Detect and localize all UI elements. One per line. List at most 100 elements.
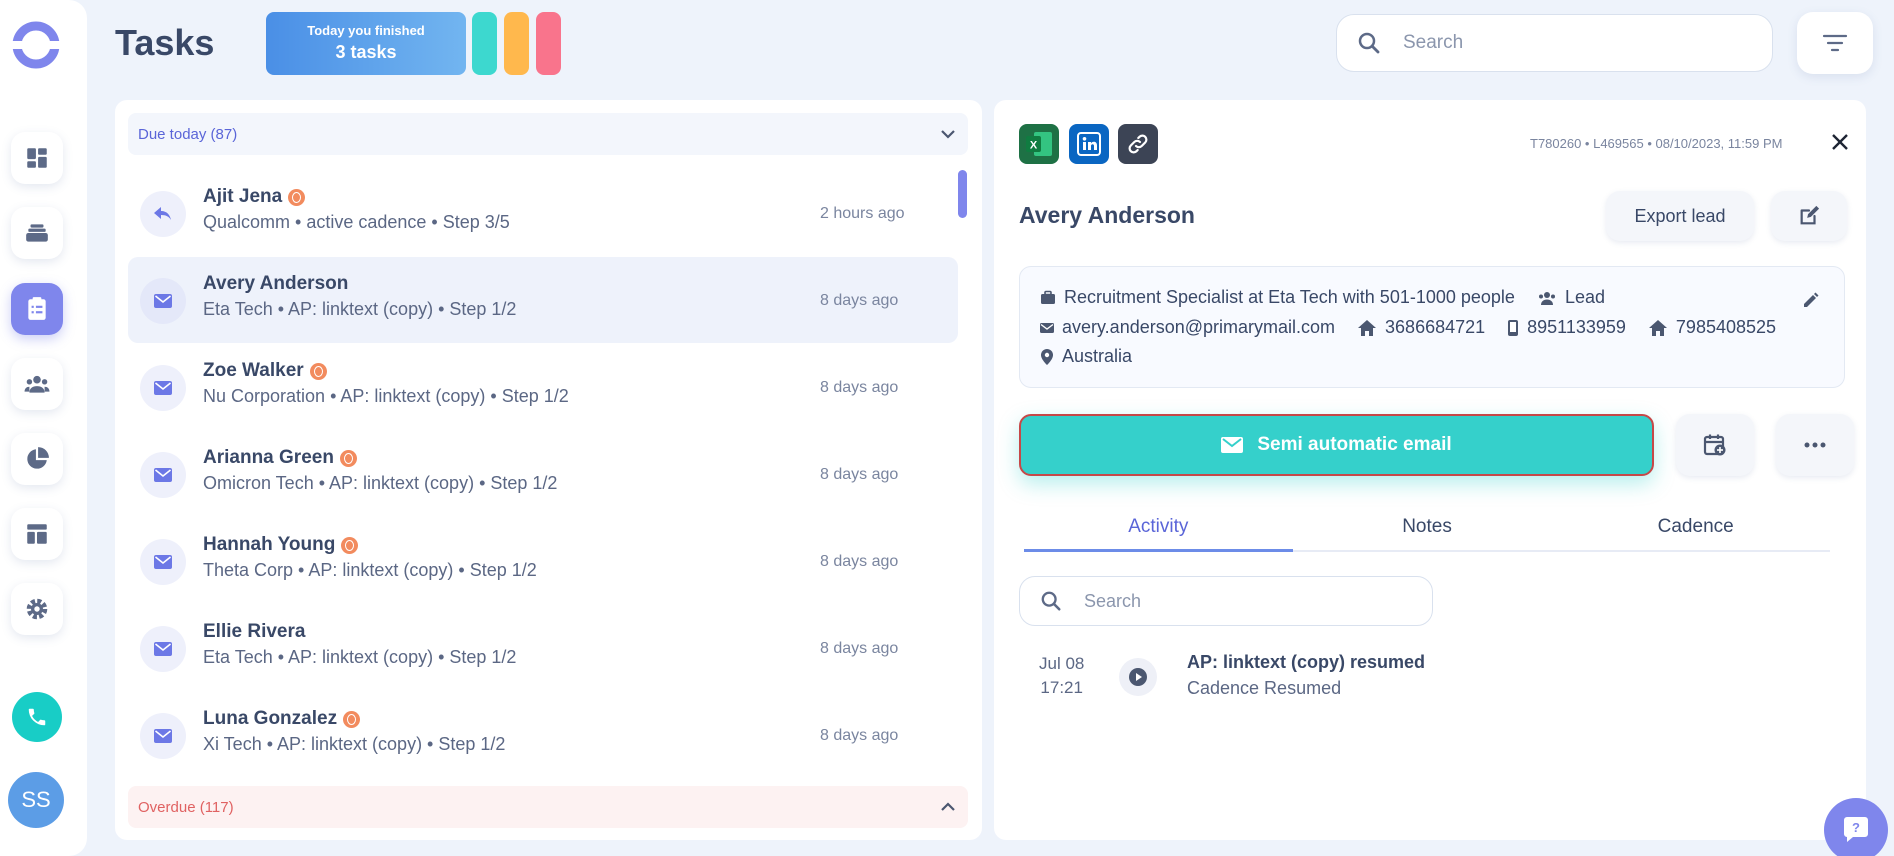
task-row[interactable]: Arianna Green Omicron Tech • AP: linktext…: [128, 431, 958, 517]
task-lead-name: Hannah Young: [203, 534, 359, 556]
task-time: 8 days ago: [820, 466, 899, 483]
edit-lead-button[interactable]: [1771, 191, 1847, 241]
lead-type-icon: [1538, 291, 1555, 305]
help-button[interactable]: ?: [1824, 798, 1888, 856]
lead-phone-2[interactable]: 8951133959: [1527, 317, 1626, 338]
help-chat-icon: ?: [1844, 817, 1868, 842]
more-options-button[interactable]: [1776, 414, 1854, 476]
task-row[interactable]: Hannah Young Theta Corp • AP: linktext (c…: [128, 518, 958, 604]
task-row[interactable]: Zoe Walker Nu Corporation • AP: linktext …: [128, 344, 958, 430]
calendar-add-icon: [1703, 434, 1726, 456]
due-today-header[interactable]: Due today (87): [128, 113, 968, 155]
tab-cadence[interactable]: Cadence: [1561, 510, 1830, 550]
mobile-icon: [1508, 319, 1519, 336]
mail-icon: [1040, 322, 1054, 333]
link-icon[interactable]: [1118, 124, 1158, 164]
finished-label: Today you finished: [307, 23, 425, 38]
task-time: 8 days ago: [820, 553, 899, 570]
task-lead-name: Luna Gonzalez: [203, 708, 361, 730]
nav-people[interactable]: [11, 358, 63, 410]
activity-search-input[interactable]: [1084, 590, 1344, 612]
excel-icon[interactable]: X: [1019, 124, 1059, 164]
activity-search-box[interactable]: [1019, 576, 1433, 626]
pencil-icon: [1804, 292, 1819, 307]
detail-tabs: Activity Notes Cadence: [1024, 510, 1830, 552]
mail-icon: [140, 713, 186, 759]
nav-dashboard[interactable]: [11, 132, 63, 184]
lead-email[interactable]: avery.anderson@primarymail.com: [1062, 317, 1335, 338]
task-row[interactable]: Avery Anderson Eta Tech • AP: linktext (c…: [128, 257, 958, 343]
edit-icon: [1800, 205, 1820, 225]
call-button[interactable]: [12, 692, 62, 742]
overdue-header[interactable]: Overdue (117): [128, 786, 968, 828]
cta-label: Semi automatic email: [1257, 434, 1452, 455]
nav-layers[interactable]: [11, 207, 63, 259]
activity-timestamp: Jul 08 17:21: [1039, 652, 1084, 700]
status-pill-orange[interactable]: [504, 12, 529, 75]
task-time: 8 days ago: [820, 292, 899, 309]
mail-icon: [140, 278, 186, 324]
task-time: 8 days ago: [820, 640, 899, 657]
user-avatar[interactable]: SS: [8, 772, 64, 828]
task-search-input[interactable]: [1403, 32, 1703, 54]
nav-templates[interactable]: [11, 508, 63, 560]
activity-subtitle: Cadence Resumed: [1187, 678, 1342, 698]
activity-type: [1119, 658, 1157, 696]
mail-icon: [140, 539, 186, 585]
task-time: 8 days ago: [820, 727, 899, 744]
svg-text:?: ?: [1852, 820, 1860, 835]
task-lead-name-text: Hannah Young: [203, 534, 336, 555]
lead-phone-3[interactable]: 7985408525: [1676, 317, 1776, 338]
info-row-location: Australia: [1040, 346, 1154, 367]
task-list-panel: Due today (87) Ajit Jena Qualcomm • activ…: [115, 100, 982, 840]
lead-job: Recruitment Specialist at Eta Tech with …: [1064, 287, 1515, 307]
app-logo[interactable]: [11, 20, 61, 70]
timezone-globe-icon: [309, 362, 327, 380]
task-row[interactable]: Luna Gonzalez Xi Tech • AP: linktext (cop…: [128, 692, 958, 778]
phone-icon: [28, 708, 46, 726]
filter-button[interactable]: [1797, 12, 1873, 74]
close-button[interactable]: [1830, 132, 1850, 157]
export-lead-button[interactable]: Export lead: [1606, 191, 1754, 241]
linkedin-icon[interactable]: [1069, 124, 1109, 164]
layout-icon: [27, 524, 47, 544]
overdue-label: Overdue (117): [138, 798, 234, 816]
layers-icon: [26, 224, 48, 242]
lead-phone-1[interactable]: 3686684721: [1385, 317, 1485, 338]
lead-location: Australia: [1062, 346, 1133, 366]
finished-tasks-card: Today you finished 3 tasks: [266, 12, 466, 75]
lead-info-card: Recruitment Specialist at Eta Tech with …: [1019, 266, 1845, 388]
timezone-globe-icon: [339, 449, 357, 467]
nav-reports[interactable]: [11, 433, 63, 485]
task-row[interactable]: Ajit Jena Qualcomm • active cadence • Ste…: [128, 170, 958, 256]
task-subtitle: Qualcomm • active cadence • Step 3/5: [203, 212, 510, 232]
play-icon: [1129, 668, 1147, 686]
reply-icon: [140, 191, 186, 237]
task-subtitle: Eta Tech • AP: linktext (copy) • Step 1/…: [203, 299, 517, 319]
semi-automatic-email-button[interactable]: Semi automatic email: [1019, 414, 1654, 476]
schedule-button[interactable]: [1676, 414, 1754, 476]
tab-activity[interactable]: Activity: [1024, 510, 1293, 552]
mail-icon: [140, 365, 186, 411]
task-row[interactable]: Ellie Rivera Eta Tech • AP: linktext (cop…: [128, 605, 958, 691]
task-list-scrollbar[interactable]: [958, 170, 967, 218]
task-lead-name-text: Zoe Walker: [203, 360, 304, 381]
svg-text:X: X: [1030, 140, 1038, 152]
edit-info-button[interactable]: [1802, 291, 1820, 314]
task-time: 8 days ago: [820, 379, 899, 396]
nav-settings[interactable]: [11, 583, 63, 635]
timezone-globe-icon: [343, 710, 361, 728]
status-pill-pink[interactable]: [536, 12, 561, 75]
status-pill-teal[interactable]: [472, 12, 497, 75]
home-phone-icon: [1358, 319, 1377, 336]
task-lead-name-text: Ajit Jena: [203, 186, 283, 207]
task-lead-name-text: Avery Anderson: [203, 273, 349, 294]
dashboard-icon: [27, 148, 47, 168]
tab-notes[interactable]: Notes: [1293, 510, 1562, 550]
clipboard-icon: [28, 297, 46, 320]
nav-tasks[interactable]: [11, 283, 63, 335]
lead-type: Lead: [1564, 287, 1605, 307]
info-row-job: Recruitment Specialist at Eta Tech with …: [1040, 287, 1627, 308]
task-subtitle: Omicron Tech • AP: linktext (copy) • Ste…: [203, 473, 558, 493]
task-search-box[interactable]: [1336, 14, 1773, 72]
